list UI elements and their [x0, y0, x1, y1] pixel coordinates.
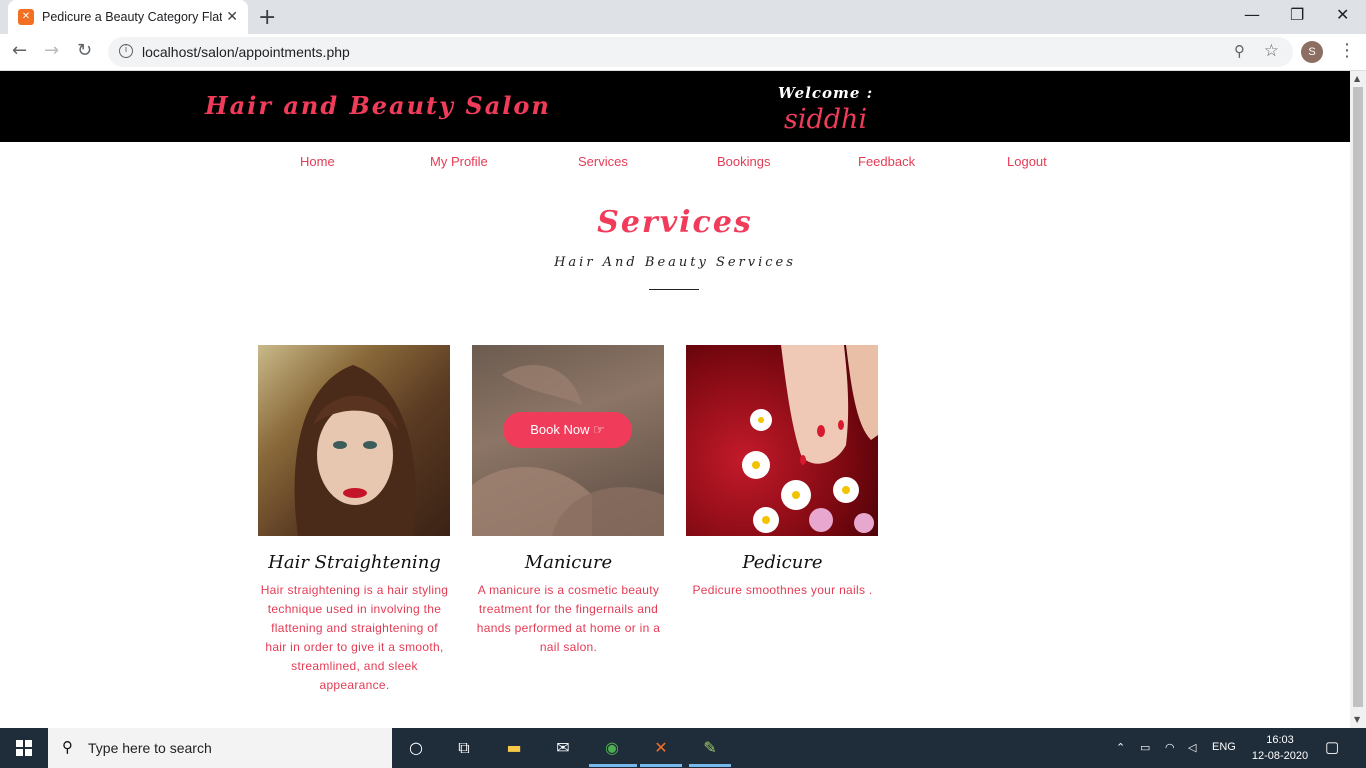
scroll-up-arrow-icon[interactable]: ▲ — [1354, 74, 1360, 83]
task-view-icon[interactable]: ⧉ — [453, 737, 475, 759]
reload-icon[interactable]: ↻ — [77, 40, 92, 61]
cortana-icon[interactable]: ○ — [405, 737, 427, 759]
windows-start-icon[interactable] — [16, 740, 32, 756]
page-content: Hair and Beauty Salon Welcome : siddhi H… — [0, 71, 1350, 728]
site-info-icon[interactable]: i — [119, 44, 133, 58]
nav-services[interactable]: Services — [578, 154, 628, 169]
feet-flowers-illustration — [742, 345, 878, 533]
restore-icon[interactable]: ❐ — [1290, 5, 1304, 24]
welcome-label: Welcome : — [778, 84, 874, 102]
service-description: A manicure is a cosmetic beauty treatmen… — [476, 583, 661, 654]
site-brand[interactable]: Hair and Beauty Salon — [205, 91, 551, 120]
tab-close-icon[interactable]: ✕ — [226, 9, 238, 25]
browser-tab[interactable]: ✕ Pedicure a Beauty Category Flat B ✕ — [8, 0, 248, 34]
browser-toolbar: ← → ↻ i localhost/salon/appointments.php… — [0, 34, 1366, 71]
taskbar-search-placeholder[interactable]: Type here to search — [88, 740, 212, 756]
chrome-active-indicator — [589, 764, 637, 767]
close-window-icon[interactable]: ✕ — [1336, 5, 1349, 24]
clock-time: 16:03 — [1266, 734, 1294, 746]
paint-active-indicator — [689, 764, 731, 767]
nav-feedback[interactable]: Feedback — [858, 154, 915, 169]
section-divider — [649, 289, 699, 290]
forward-arrow-icon[interactable]: → — [44, 40, 59, 61]
browser-tabstrip: ✕ Pedicure a Beauty Category Flat B ✕ + … — [0, 0, 1366, 34]
bookmark-star-icon[interactable]: ☆ — [1264, 41, 1279, 61]
book-now-button[interactable]: Book Now ☞ — [503, 412, 632, 448]
nav-my-profile[interactable]: My Profile — [430, 154, 488, 169]
nav-bookings[interactable]: Bookings — [717, 154, 770, 169]
back-arrow-icon[interactable]: ← — [12, 40, 27, 61]
zoom-icon[interactable]: ⚲ — [1234, 42, 1245, 60]
section-subtitle: Hair And Beauty Services — [554, 255, 796, 270]
service-description: Pedicure smoothnes your nails . — [692, 583, 873, 597]
username: siddhi — [784, 104, 868, 135]
tab-title: Pedicure a Beauty Category Flat B — [42, 10, 222, 24]
section-title: Services — [597, 205, 753, 240]
service-name: Manicure — [524, 552, 613, 573]
xampp-favicon-icon: ✕ — [18, 9, 34, 25]
mail-icon[interactable]: ✉ — [552, 737, 574, 759]
service-card-manicure: Book Now ☞ Manicure A manicure is a cosm… — [472, 345, 665, 657]
xampp-icon[interactable]: ✕ — [650, 737, 672, 759]
page-scrollbar[interactable]: ▲ ▼ — [1350, 71, 1366, 728]
woman-portrait-illustration — [294, 365, 416, 536]
service-name: Hair Straightening — [268, 552, 441, 573]
file-explorer-icon[interactable]: ▬ — [503, 737, 525, 759]
tray-chevron-icon[interactable]: ⌃ — [1116, 741, 1125, 754]
chrome-icon[interactable]: ◉ — [601, 737, 623, 759]
site-header: Hair and Beauty Salon Welcome : siddhi — [0, 71, 1350, 142]
manicure-image[interactable]: Book Now ☞ — [472, 345, 664, 536]
minimize-icon[interactable]: — — [1244, 5, 1260, 24]
pedicure-image[interactable] — [686, 345, 878, 536]
search-icon: ⚲ — [62, 738, 73, 756]
service-card-hair-straightening: Hair Straightening Hair straightening is… — [258, 345, 451, 695]
new-tab-button[interactable]: + — [258, 5, 276, 30]
nav-logout[interactable]: Logout — [1007, 154, 1047, 169]
windows-taskbar: ⚲ Type here to search ○ ⧉ ▬ ✉ ◉ ✕ ✎ ⌃ ▭ … — [0, 728, 1366, 768]
service-name: Pedicure — [742, 552, 823, 573]
paint-icon[interactable]: ✎ — [699, 737, 721, 759]
browser-menu-icon[interactable]: ⋮ — [1338, 40, 1356, 61]
taskbar-search[interactable]: ⚲ Type here to search — [48, 728, 392, 768]
xampp-active-indicator — [640, 764, 682, 767]
main-nav: Home My Profile Services Bookings Feedba… — [0, 142, 1350, 182]
service-card-pedicure: Pedicure Pedicure smoothnes your nails . — [686, 345, 879, 600]
nav-home[interactable]: Home — [300, 154, 335, 169]
address-bar[interactable]: i localhost/salon/appointments.php ⚲ ☆ — [108, 37, 1293, 67]
scroll-down-arrow-icon[interactable]: ▼ — [1354, 715, 1360, 724]
volume-icon[interactable]: ◁ — [1188, 741, 1196, 754]
wifi-icon[interactable]: ◠ — [1165, 741, 1175, 754]
language-indicator[interactable]: ENG — [1212, 741, 1236, 753]
clock-date: 12-08-2020 — [1251, 750, 1309, 762]
notifications-icon[interactable]: ▢ — [1325, 738, 1339, 756]
url-text[interactable]: localhost/salon/appointments.php — [142, 44, 350, 60]
profile-avatar[interactable]: S — [1301, 41, 1323, 63]
hair-straightening-image[interactable] — [258, 345, 450, 536]
scrollbar-thumb[interactable] — [1353, 87, 1363, 707]
battery-icon[interactable]: ▭ — [1140, 741, 1150, 754]
service-description: Hair straightening is a hair styling tec… — [260, 583, 449, 692]
taskbar-clock[interactable]: 16:03 12-08-2020 — [1250, 732, 1310, 764]
